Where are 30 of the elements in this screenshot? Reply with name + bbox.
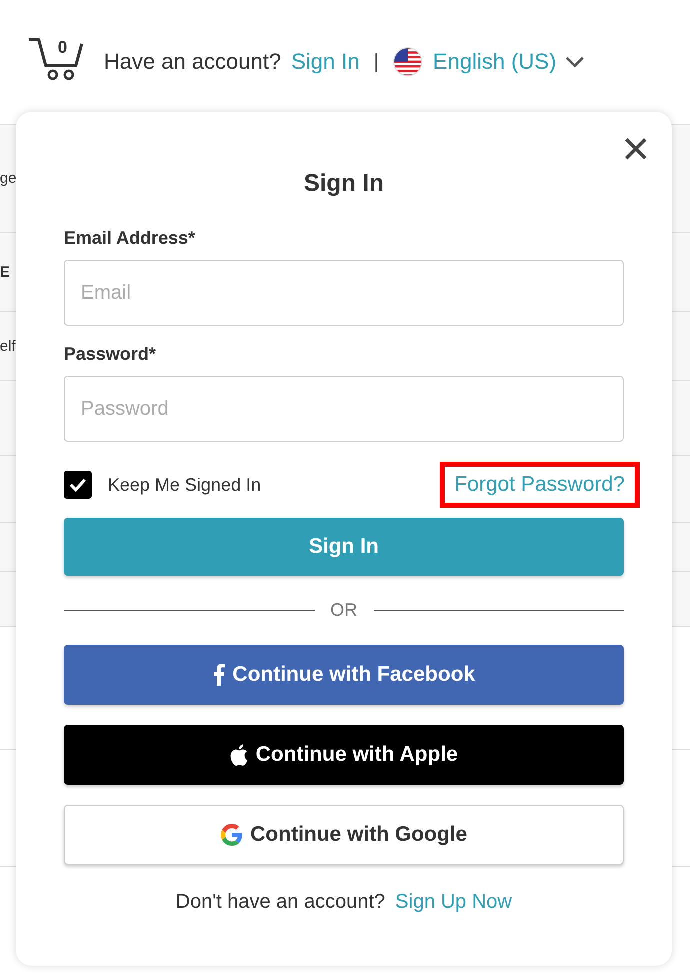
or-divider-text: OR bbox=[330, 600, 358, 621]
chevron-down-icon[interactable] bbox=[564, 56, 585, 68]
account-prompt: Have an account? bbox=[104, 49, 282, 75]
separator: | bbox=[374, 50, 380, 74]
flag-icon bbox=[393, 47, 424, 77]
input-field[interactable]: Password bbox=[64, 376, 624, 442]
background-text: elf bbox=[0, 338, 16, 354]
cart-count: 0 bbox=[58, 38, 68, 58]
background-text: ge bbox=[0, 170, 17, 187]
sign-up-link[interactable]: Sign Up Now bbox=[395, 891, 512, 914]
background-text: E bbox=[0, 264, 10, 280]
google-icon bbox=[220, 824, 242, 846]
facebook-login-button[interactable]: Continue with Facebook bbox=[64, 645, 624, 705]
sign-in-button[interactable]: Sign In bbox=[64, 518, 624, 576]
close-button[interactable]: × bbox=[622, 130, 650, 170]
checkmark-icon bbox=[69, 478, 87, 492]
input-field[interactable]: Email bbox=[64, 260, 624, 326]
apple-icon bbox=[230, 744, 248, 766]
dialog-title: Sign In bbox=[303, 170, 385, 198]
sign-in-link[interactable]: Sign In bbox=[291, 49, 360, 75]
field-label: Email Address* bbox=[64, 228, 196, 249]
facebook-icon bbox=[212, 664, 225, 686]
language-selector[interactable]: English (US) bbox=[433, 49, 557, 75]
checkbox-label: Keep Me Signed In bbox=[108, 474, 262, 496]
apple-login-button[interactable]: Continue with Apple bbox=[64, 725, 624, 785]
signup-prompt: Don't have an account? bbox=[176, 891, 386, 914]
google-login-button[interactable]: Continue with Google bbox=[64, 805, 624, 865]
checkbox[interactable] bbox=[64, 471, 92, 499]
field-label: Password* bbox=[64, 344, 158, 365]
forgot-password-link[interactable]: Forgot Password? bbox=[440, 462, 640, 508]
